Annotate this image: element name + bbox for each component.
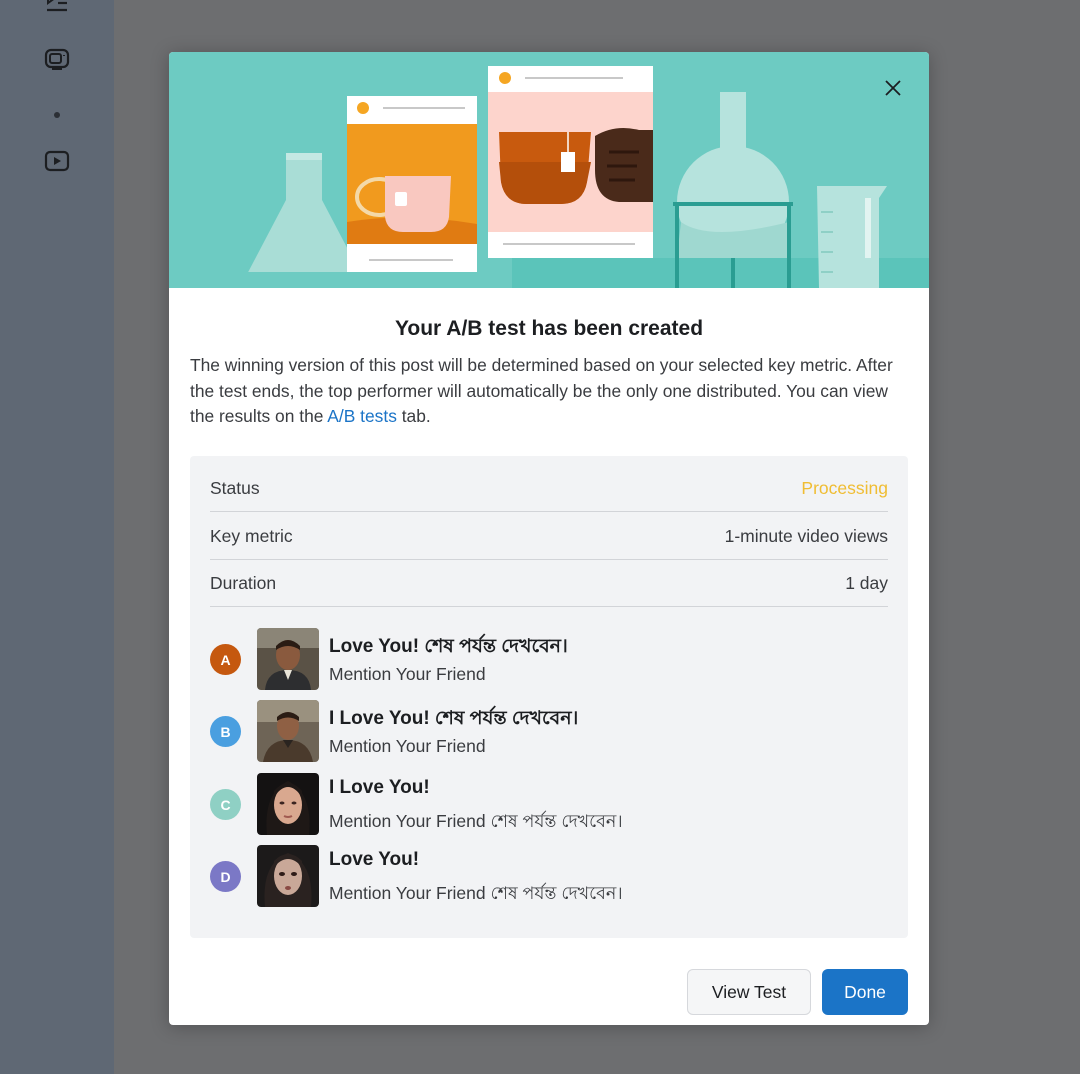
variant-d: D Love You! Mention Your Friend শেষ পর্য… [210, 845, 888, 907]
dialog-title: Your A/B test has been created [394, 317, 704, 340]
left-sidebar [0, 0, 114, 1074]
variant-c-title: I Love You! [329, 777, 430, 798]
variant-d-thumbnail [257, 845, 319, 907]
variant-b: B I Love You! শেষ পর্যন্ত দেখবেন। Mentio… [210, 700, 888, 762]
variant-c-subtitle: Mention Your Friend শেষ পর্যন্ত দেখবেন। [329, 811, 623, 831]
close-button[interactable] [879, 74, 907, 102]
variant-c: C I Love You! Mention Your Friend শেষ পর… [210, 773, 888, 835]
test-summary-panel: Status Processing Key metric 1-minute vi… [190, 456, 908, 938]
key-metric-label: Key metric [210, 525, 293, 546]
key-metric-row: Key metric 1-minute video views [210, 513, 888, 560]
ab-tests-link[interactable]: A/B tests [327, 406, 397, 426]
variant-a-title: Love You! শেষ পর্যন্ত দেখবেন। [329, 636, 568, 657]
key-metric-value: 1-minute video views [724, 525, 888, 546]
duration-row: Duration 1 day [210, 560, 888, 607]
view-test-button[interactable]: View Test [687, 969, 811, 1015]
variant-d-subtitle: Mention Your Friend শেষ পর্যন্ত দেখবেন। [329, 883, 623, 903]
variant-b-subtitle: Mention Your Friend [329, 736, 486, 756]
hero-illustration [169, 52, 929, 288]
status-row: Status Processing [210, 465, 888, 512]
ab-test-created-dialog: Your A/B test has been created The winni… [169, 52, 929, 1025]
variant-b-thumbnail [257, 700, 319, 762]
duration-value: 1 day [845, 572, 888, 593]
variant-c-badge: C [210, 789, 241, 820]
description-text-end: tab. [396, 406, 431, 426]
variant-d-badge: D [210, 861, 241, 892]
status-label: Status [210, 477, 260, 498]
tv-icon[interactable] [40, 42, 74, 76]
status-value: Processing [801, 477, 888, 498]
description-text: The winning version of this post will be… [190, 355, 893, 426]
variant-d-title: Love You! [329, 849, 420, 870]
close-icon [885, 80, 901, 96]
variant-b-title: I Love You! শেষ পর্যন্ত দেখবেন। [329, 708, 579, 729]
variant-a-subtitle: Mention Your Friend [329, 664, 486, 684]
duration-label: Duration [210, 572, 277, 593]
playlist-icon[interactable] [40, 0, 74, 20]
sidebar-separator-dot [54, 112, 60, 118]
variant-a-thumbnail [257, 628, 319, 690]
done-button[interactable]: Done [822, 969, 908, 1015]
dialog-description: The winning version of this post will be… [190, 353, 900, 430]
variant-a: A Love You! শেষ পর্যন্ত দেখবেন। Mention … [210, 628, 888, 690]
video-play-icon[interactable] [40, 144, 74, 178]
variant-a-badge: A [210, 644, 241, 675]
variant-c-thumbnail [257, 773, 319, 835]
variant-b-badge: B [210, 716, 241, 747]
